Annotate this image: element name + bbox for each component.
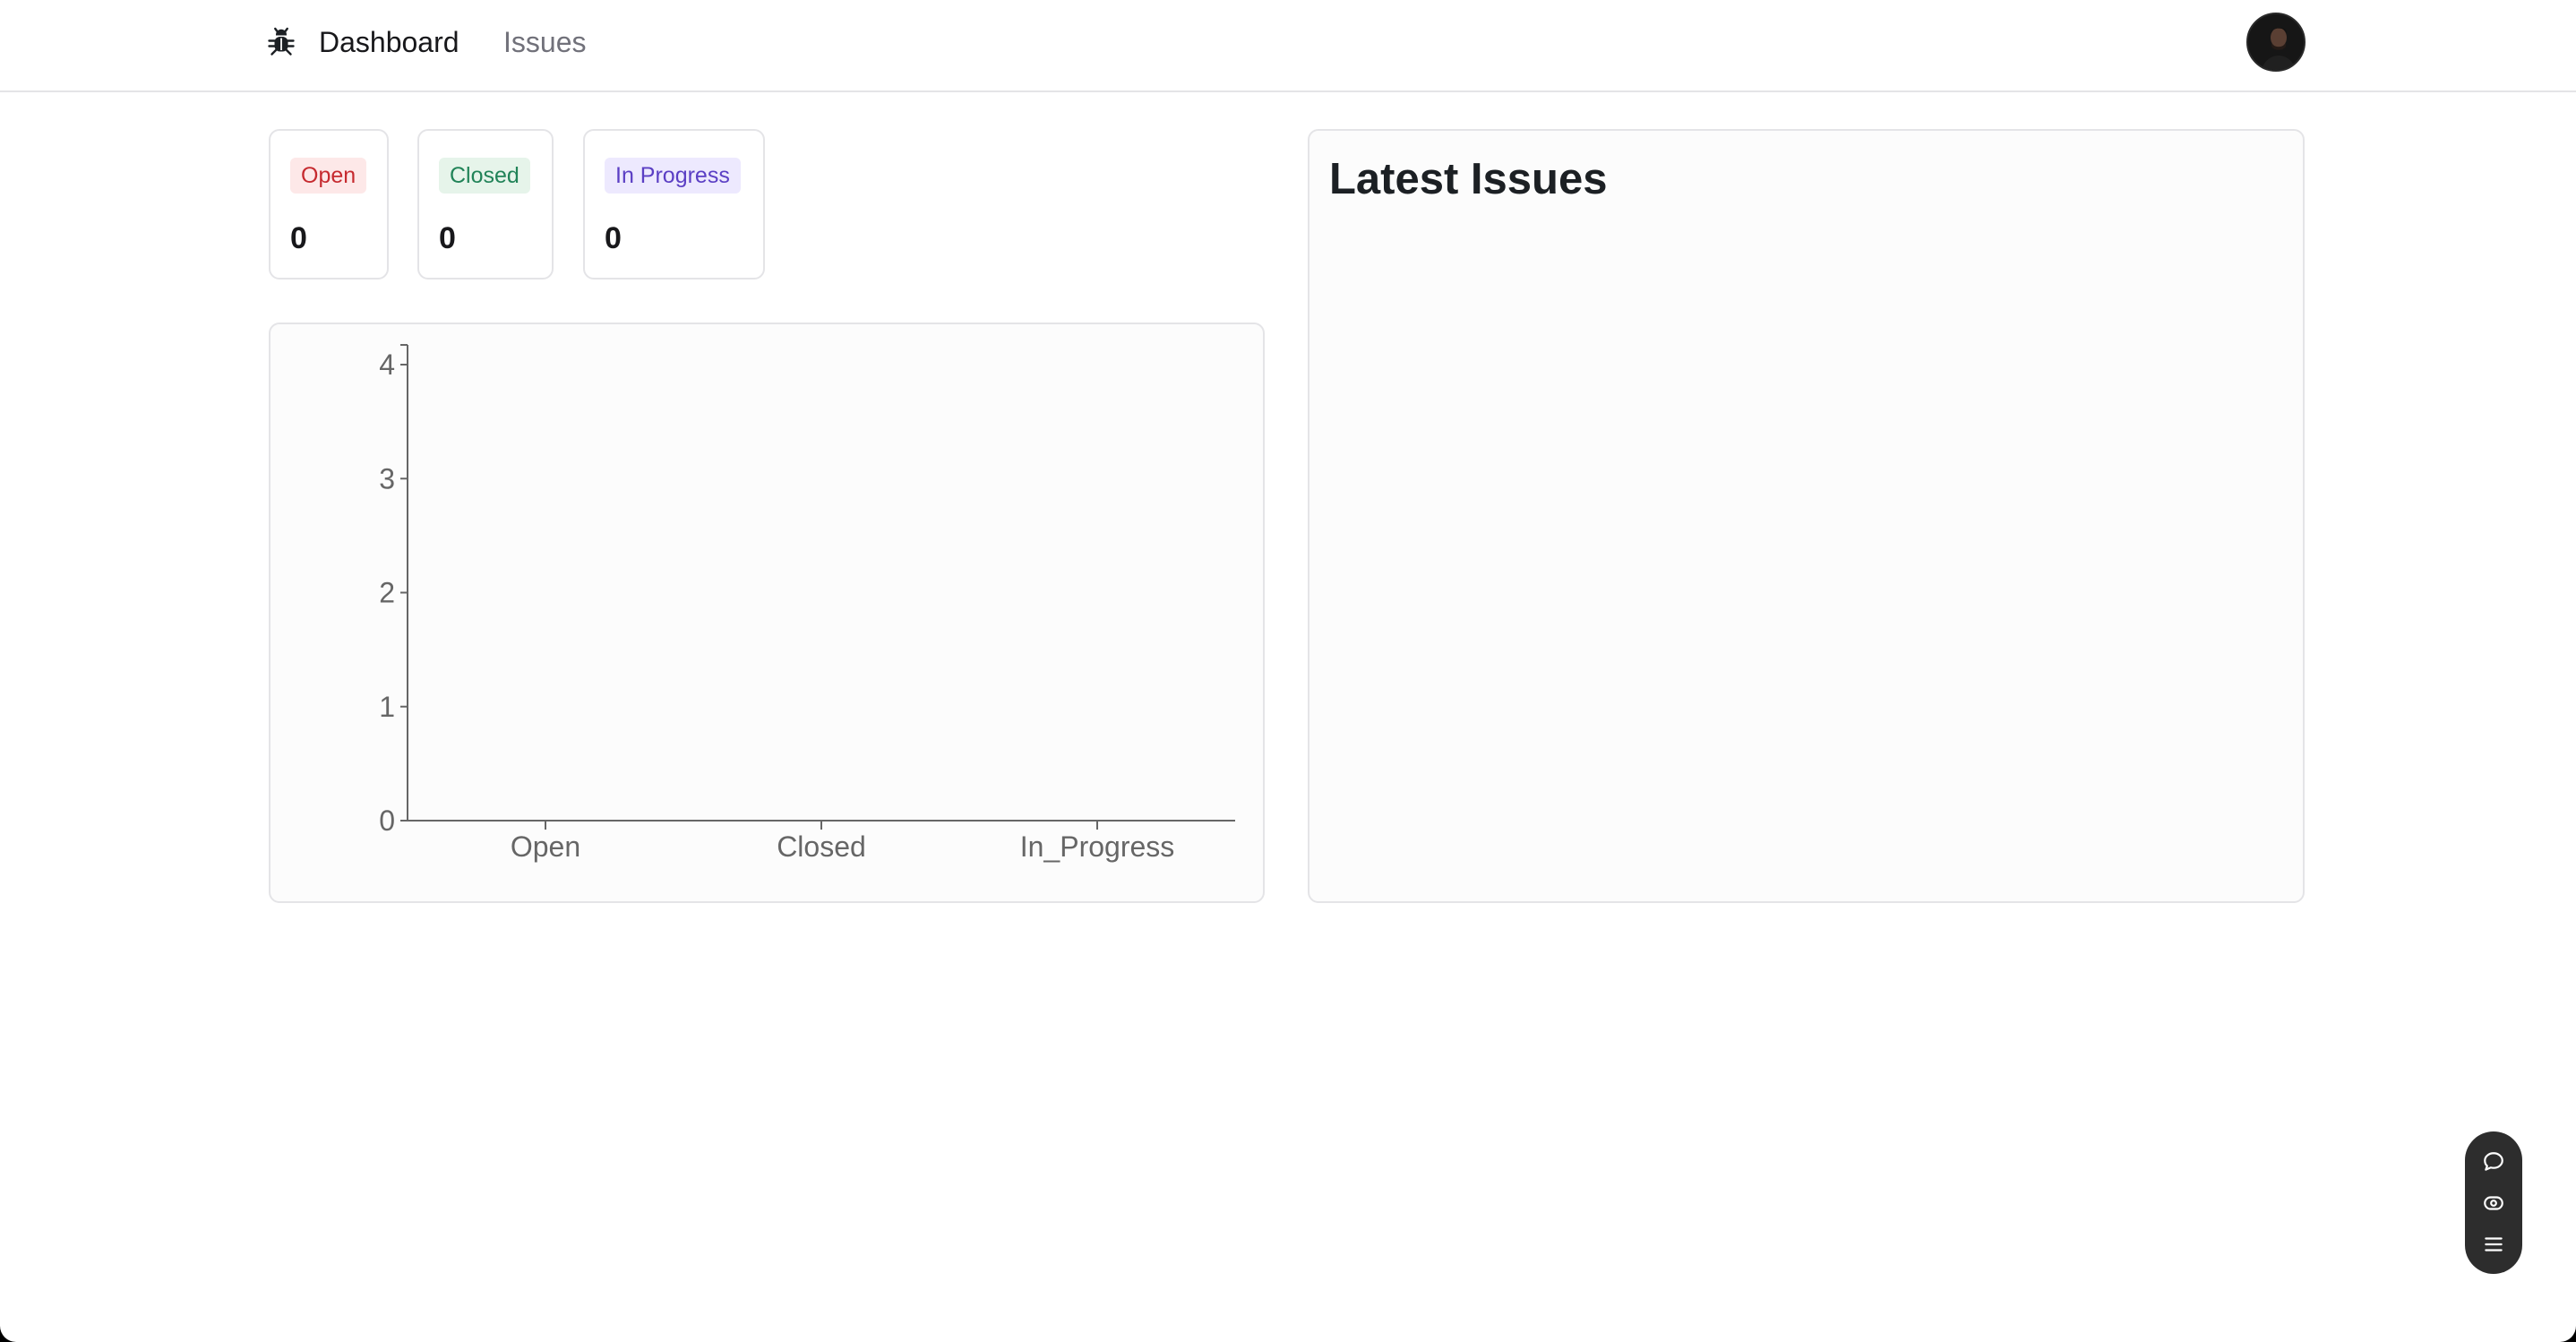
user-avatar-icon [2248,14,2304,70]
avatar[interactable] [2246,13,2306,72]
stat-count-closed: 0 [439,221,456,255]
stat-count-open: 0 [290,221,307,255]
stat-card-open[interactable]: Open 0 [269,129,389,280]
y-tick-label-4: 4 [379,348,395,381]
stat-card-in-progress[interactable]: In Progress 0 [583,129,765,280]
latest-issues-card: Latest Issues [1308,129,2305,903]
comment-icon[interactable] [2476,1144,2512,1180]
x-tick-label-closed: Closed [777,830,866,863]
latest-issues-title: Latest Issues [1329,155,1608,203]
nav-link-issues[interactable]: Issues [503,23,586,61]
eye-icon[interactable] [2476,1185,2512,1221]
x-tick-label-open: Open [511,830,580,863]
stat-count-in-progress: 0 [605,221,622,255]
issue-bar-chart: 0 1 2 3 4 Open Closed In_Progress [379,344,1235,863]
status-badge-closed: Closed [439,158,530,194]
y-tick-label-3: 3 [379,462,395,495]
stat-card-closed[interactable]: Closed 0 [417,129,554,280]
bug-icon[interactable] [265,24,297,60]
issue-chart-card: 0 1 2 3 4 Open Closed In_Progress [269,323,1265,903]
y-tick-label-1: 1 [379,691,395,723]
window-corner-left [0,1326,16,1342]
floating-toolbar [2465,1131,2522,1274]
app-window: Dashboard Issues Open 0 Closed 0 In Prog… [0,0,2576,1342]
y-tick-label-2: 2 [379,577,395,609]
nav-link-dashboard[interactable]: Dashboard [319,23,459,61]
x-tick-label-in_progress: In_Progress [1020,830,1175,863]
status-badge-open: Open [290,158,367,194]
status-badge-in-progress: In Progress [605,158,741,194]
y-tick-label-0: 0 [379,804,395,837]
menu-icon[interactable] [2476,1226,2512,1262]
window-corner-right [2544,1310,2576,1342]
navbar: Dashboard Issues [0,0,2576,92]
